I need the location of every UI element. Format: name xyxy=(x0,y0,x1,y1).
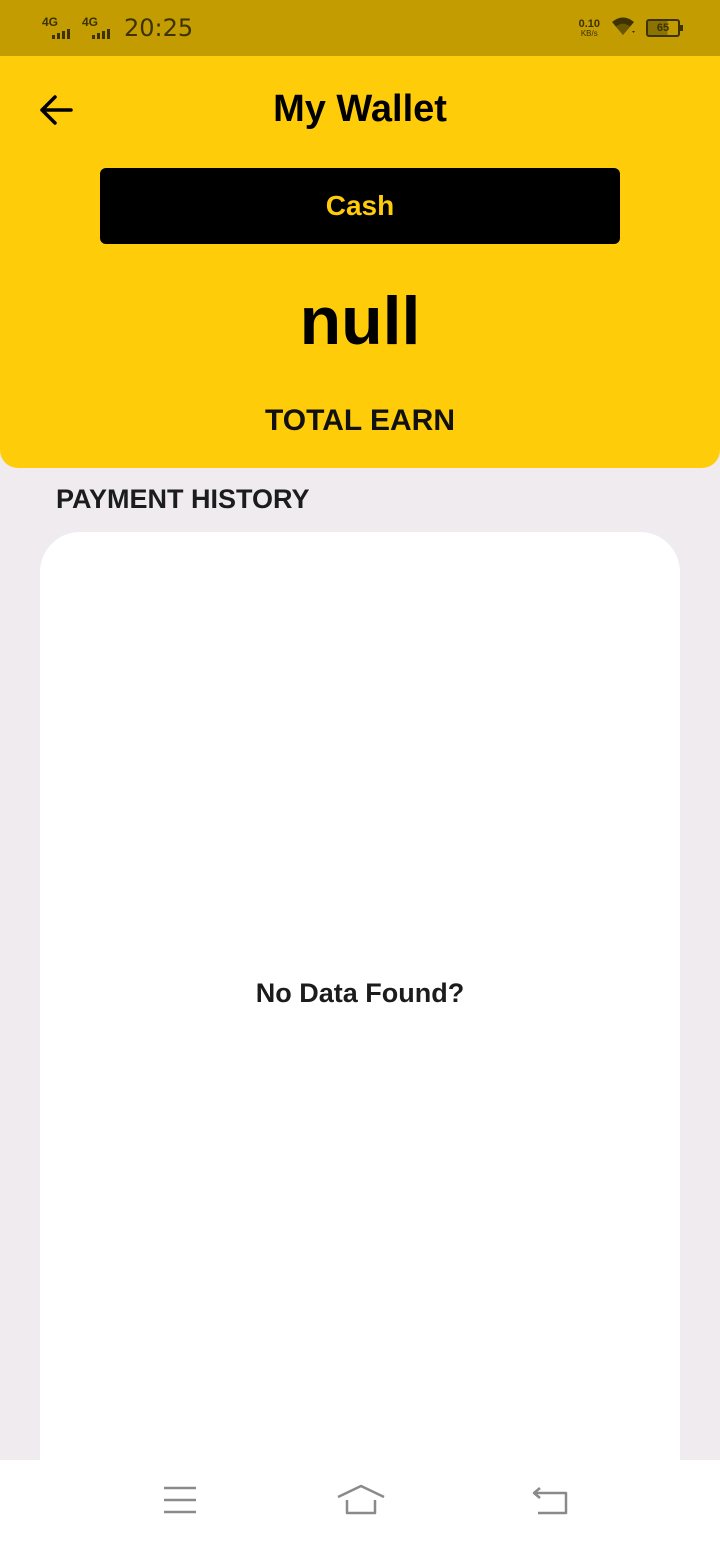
network-type-2: 4G xyxy=(82,15,99,29)
empty-state-message: No Data Found? xyxy=(255,978,465,1008)
status-bar: 4G 4G 20:25 0.10 KB/s 65 xyxy=(0,0,720,56)
cash-button[interactable]: Cash xyxy=(100,168,620,244)
wifi-icon xyxy=(610,15,636,42)
payment-history-title: PAYMENT HISTORY xyxy=(56,484,310,514)
signal-icon: 4G xyxy=(82,13,114,43)
menu-button[interactable] xyxy=(158,1482,202,1522)
clock: 20:25 xyxy=(124,14,194,42)
wallet-amount: null xyxy=(299,283,421,359)
network-type-1: 4G xyxy=(42,15,59,29)
battery-level: 65 xyxy=(656,22,670,34)
home-button[interactable] xyxy=(334,1482,388,1522)
home-icon xyxy=(335,1483,387,1522)
network-speed-value: 0.10 xyxy=(578,17,600,30)
menu-icon xyxy=(162,1485,198,1520)
payment-history-card[interactable]: No Data Found? xyxy=(40,532,680,1472)
network-speed: 0.10 KB/s xyxy=(578,17,600,38)
page-title: My Wallet xyxy=(273,88,447,130)
navigation-bar xyxy=(0,1460,720,1544)
battery-icon: 65 xyxy=(646,19,683,37)
total-earn-label: TOTAL EARN xyxy=(264,404,455,437)
wallet-header: My Wallet Cash null TOTAL EARN xyxy=(0,56,720,468)
system-back-button[interactable] xyxy=(528,1482,572,1522)
signal-icon: 4G xyxy=(42,13,74,43)
back-icon xyxy=(530,1484,570,1521)
network-speed-unit: KB/s xyxy=(580,28,598,38)
